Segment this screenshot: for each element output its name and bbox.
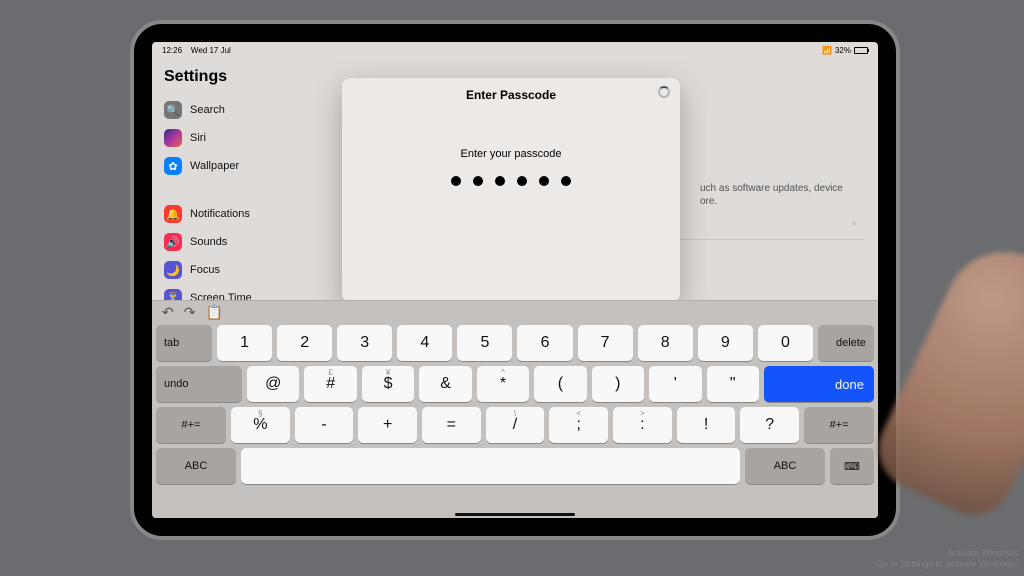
key-done[interactable]: done [764, 366, 874, 402]
passcode-dot [517, 176, 527, 186]
key-delete[interactable]: delete [818, 325, 874, 361]
key-plus[interactable]: + [358, 407, 417, 443]
key-colon[interactable]: >: [613, 407, 672, 443]
key-minus[interactable]: - [295, 407, 354, 443]
wifi-icon: 📶 [822, 46, 832, 55]
battery-icon [854, 47, 868, 54]
sidebar-item-label: Focus [190, 264, 220, 276]
key-9[interactable]: 9 [698, 325, 753, 361]
keyboard-toolbar: ↶ ↷ 📋 [152, 301, 878, 323]
key-lparen[interactable]: ( [534, 366, 586, 402]
key-tab[interactable]: tab [156, 325, 212, 361]
key-hash[interactable]: £# [304, 366, 356, 402]
keyboard-dismiss-icon: ⌨ [844, 460, 860, 473]
key-apos[interactable]: ' [649, 366, 701, 402]
key-equals[interactable]: = [422, 407, 481, 443]
undo-icon[interactable]: ↶ [162, 304, 174, 321]
passcode-modal: Enter Passcode Enter your passcode [342, 78, 680, 302]
key-semicolon[interactable]: <; [549, 407, 608, 443]
key-rparen[interactable]: ) [592, 366, 644, 402]
modal-subtitle: Enter your passcode [342, 148, 680, 160]
passcode-dot [495, 176, 505, 186]
notifications-icon: 🔔 [164, 205, 182, 223]
key-quote[interactable]: " [707, 366, 759, 402]
modal-title: Enter Passcode [342, 88, 680, 102]
key-abc-left[interactable]: ABC [156, 448, 236, 484]
passcode-dot [473, 176, 483, 186]
key-question[interactable]: ? [740, 407, 799, 443]
battery-percent: 32% [835, 46, 851, 55]
sidebar-item-label: Search [190, 104, 225, 116]
status-left: 12:26 Wed 17 Jul [162, 46, 231, 55]
status-bar: 12:26 Wed 17 Jul 📶 32% [152, 42, 878, 58]
chevron-right-icon: › [853, 218, 856, 229]
key-slash[interactable]: \/ [486, 407, 545, 443]
sidebar-item-label: Wallpaper [190, 160, 239, 172]
home-indicator[interactable] [455, 513, 575, 516]
key-at[interactable]: @ [247, 366, 299, 402]
sidebar-item-sounds[interactable]: 🔊 Sounds [158, 228, 343, 256]
key-symbols-right[interactable]: #+= [804, 407, 874, 443]
key-star[interactable]: ^* [477, 366, 529, 402]
key-8[interactable]: 8 [638, 325, 693, 361]
status-date: Wed 17 Jul [191, 46, 231, 55]
key-abc-right[interactable]: ABC [745, 448, 825, 484]
key-3[interactable]: 3 [337, 325, 392, 361]
redo-icon[interactable]: ↷ [184, 304, 196, 321]
status-right: 📶 32% [822, 46, 868, 55]
detail-description-fragment: uch as software updates, device ore. [700, 182, 860, 208]
sidebar-title: Settings [158, 64, 343, 96]
sidebar-item-label: Sounds [190, 236, 227, 248]
loading-spinner-icon [658, 86, 670, 98]
sounds-icon: 🔊 [164, 233, 182, 251]
sidebar-item-wallpaper[interactable]: ✿ Wallpaper [158, 152, 343, 180]
focus-icon: 🌙 [164, 261, 182, 279]
key-symbols-left[interactable]: #+= [156, 407, 226, 443]
ipad-frame: 12:26 Wed 17 Jul 📶 32% Settings 🔍 Search [130, 20, 900, 540]
passcode-dot [561, 176, 571, 186]
passcode-dot [451, 176, 461, 186]
passcode-dots [342, 176, 680, 186]
sidebar-item-label: Notifications [190, 208, 250, 220]
passcode-dot [539, 176, 549, 186]
wallpaper-icon: ✿ [164, 157, 182, 175]
key-bang[interactable]: ! [677, 407, 736, 443]
key-5[interactable]: 5 [457, 325, 512, 361]
key-space[interactable] [241, 448, 740, 484]
sidebar-item-siri[interactable]: Siri [158, 124, 343, 152]
key-6[interactable]: 6 [517, 325, 572, 361]
key-1[interactable]: 1 [217, 325, 272, 361]
status-time: 12:26 [162, 46, 182, 55]
key-7[interactable]: 7 [578, 325, 633, 361]
windows-activation-watermark: Activate Windows Go to Settings to activ… [876, 548, 1018, 570]
sidebar-item-search[interactable]: 🔍 Search [158, 96, 343, 124]
sidebar-item-notifications[interactable]: 🔔 Notifications [158, 200, 343, 228]
key-amp[interactable]: & [419, 366, 471, 402]
key-dollar[interactable]: ¥$ [362, 366, 414, 402]
siri-icon [164, 129, 182, 147]
key-undo[interactable]: undo [156, 366, 242, 402]
clipboard-icon[interactable]: 📋 [205, 304, 222, 321]
key-4[interactable]: 4 [397, 325, 452, 361]
key-0[interactable]: 0 [758, 325, 813, 361]
screen: 12:26 Wed 17 Jul 📶 32% Settings 🔍 Search [152, 42, 878, 518]
sidebar-item-focus[interactable]: 🌙 Focus [158, 256, 343, 284]
sidebar-item-label: Siri [190, 132, 206, 144]
key-dismiss-keyboard[interactable]: ⌨ [830, 448, 874, 484]
onscreen-keyboard: ↶ ↷ 📋 tab 1 2 3 4 5 6 7 8 9 0 delete [152, 300, 878, 518]
key-2[interactable]: 2 [277, 325, 332, 361]
key-percent[interactable]: §% [231, 407, 290, 443]
search-icon: 🔍 [164, 101, 182, 119]
